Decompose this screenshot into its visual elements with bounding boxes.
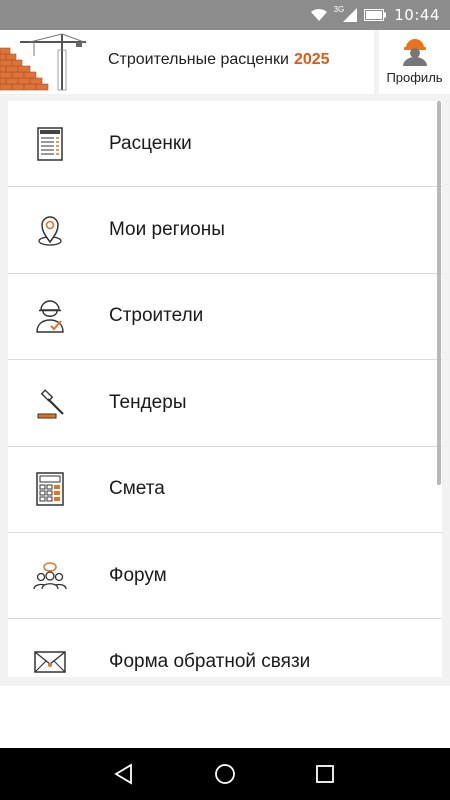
builder-avatar-icon — [403, 39, 427, 66]
main-menu: Расценки Мои регионы Строители Тендеры С… — [8, 101, 442, 677]
menu-item-label: Мои регионы — [109, 219, 225, 241]
menu-item-feedback[interactable]: Форма обратной связи — [8, 619, 442, 677]
menu-item-estimate[interactable]: Смета — [8, 447, 442, 533]
app-header: Строительные расценки 2025 Профиль — [0, 30, 450, 94]
menu-item-builders[interactable]: Строители — [8, 274, 442, 361]
builder-icon — [36, 300, 64, 334]
map-pin-icon — [38, 216, 62, 246]
network-type: 3G — [333, 4, 345, 14]
menu-item-label: Смета — [109, 478, 165, 500]
profile-label: Профиль — [386, 70, 443, 85]
menu-item-regions[interactable]: Мои регионы — [8, 187, 442, 274]
clock: 10:44 — [394, 6, 440, 24]
menu-item-label: Расценки — [109, 132, 192, 154]
app-title-year: 2025 — [293, 51, 330, 68]
signal-icon — [343, 8, 358, 22]
back-icon[interactable] — [112, 762, 136, 786]
recents-icon[interactable] — [313, 762, 337, 786]
app-title: Строительные расценки 2025 — [108, 51, 330, 68]
footer-spacer — [0, 686, 450, 748]
menu-item-label: Форма обратной связи — [109, 651, 311, 673]
home-icon[interactable] — [213, 762, 237, 786]
wifi-icon — [310, 7, 328, 23]
battery-icon — [364, 7, 387, 23]
menu-item-label: Строители — [109, 305, 204, 327]
menu-item-tenders[interactable]: Тендеры — [8, 360, 442, 447]
profile-button[interactable]: Профиль — [379, 30, 450, 94]
menu-item-forum[interactable]: Форум — [8, 533, 442, 620]
calculator-icon — [36, 472, 64, 506]
forum-icon — [33, 561, 67, 589]
app-banner: Строительные расценки 2025 — [0, 30, 374, 94]
navigation-bar — [0, 748, 450, 800]
menu-scrollbar[interactable] — [437, 101, 441, 485]
gavel-icon — [37, 389, 64, 419]
construction-logo-icon — [0, 33, 86, 91]
menu-item-label: Форум — [109, 564, 167, 586]
price-list-icon — [37, 126, 63, 161]
status-bar: 3G 10:44 — [0, 0, 450, 30]
menu-item-label: Тендеры — [109, 391, 187, 413]
menu-item-prices[interactable]: Расценки — [8, 101, 442, 188]
envelope-icon — [34, 651, 66, 673]
